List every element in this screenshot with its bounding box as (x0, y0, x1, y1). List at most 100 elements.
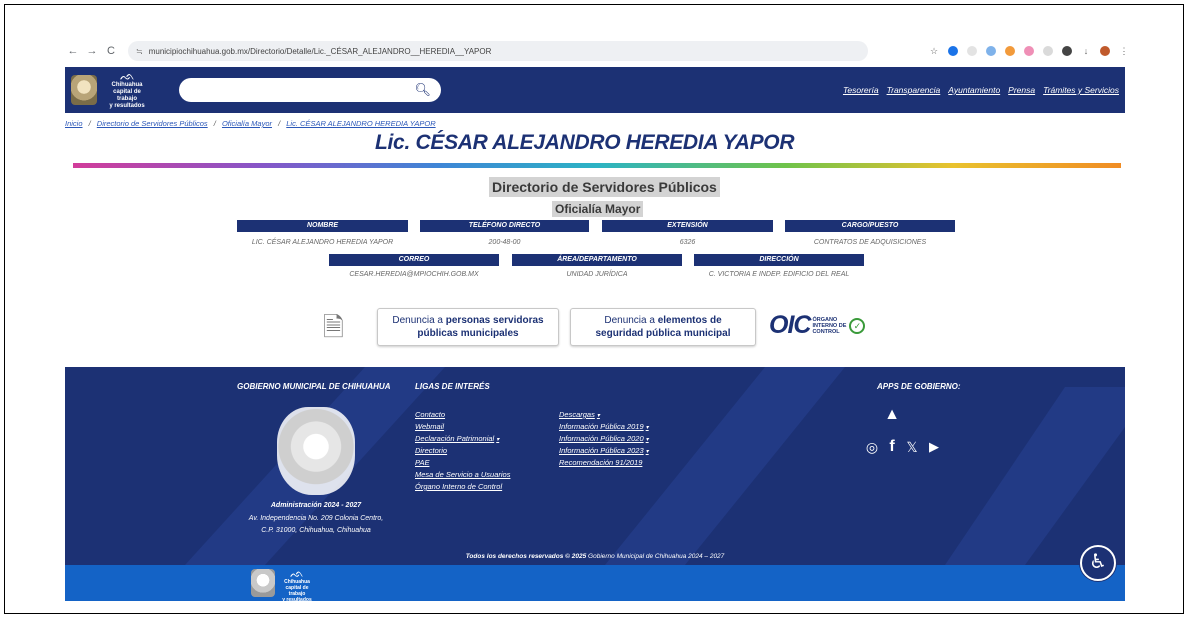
caret-down-icon: ▾ (645, 437, 649, 443)
extension-light-icon[interactable] (1043, 46, 1053, 56)
extension-cloud-icon[interactable] (986, 46, 996, 56)
footer-links-title: LIGAS DE INTERÉS (415, 382, 490, 391)
menu-kebab-icon[interactable]: ⋮ (1119, 46, 1129, 56)
header-direccion: DIRECCIÓN (694, 254, 864, 266)
oic-logo[interactable]: OIC ÓRGANO INTERNO DE CONTROL ✓ (769, 311, 866, 340)
download-icon[interactable]: ↓ (1081, 46, 1091, 56)
nav-ayuntamiento[interactable]: Ayuntamiento (948, 85, 1000, 95)
nav-transparencia[interactable]: Transparencia (887, 85, 941, 95)
reload-icon[interactable]: C (103, 43, 119, 59)
accessibility-icon[interactable]: ♿︎ (1080, 545, 1116, 581)
facebook-icon[interactable]: f (883, 439, 901, 455)
url-text: municipiochihuahua.gob.mx/Directorio/Det… (148, 46, 492, 56)
extension-pink-icon[interactable] (1024, 46, 1034, 56)
bookmark-star-icon[interactable]: ☆ (929, 46, 939, 56)
profile-avatar[interactable] (1100, 46, 1110, 56)
department-title: Oficialía Mayor (552, 201, 644, 217)
footer-link-webmail[interactable]: Webmail (415, 422, 444, 431)
breadcrumb-current[interactable]: Lic. CÉSAR ALEJANDRO HEREDIA YAPOR (286, 119, 435, 128)
denuncia1-bold2: públicas municipales (417, 328, 519, 339)
site-header: ᨒ Chihuahua capital de trabajo y resulta… (65, 67, 1125, 113)
city-seal-logo[interactable] (71, 75, 97, 105)
footer-link-organo[interactable]: Órgano Interno de Control (415, 482, 502, 491)
section-title: Directorio de Servidores Públicos (489, 177, 720, 197)
footer-copyright: Todos los derechos reservados © 2025 Gob… (65, 553, 1125, 560)
denuncia-servidores-button[interactable]: Denuncia a personas servidoras públicas … (377, 308, 559, 346)
footer-link-declaracion-label: Declaración Patrimonial (415, 434, 495, 443)
header-extension: EXTENSIÓN (602, 220, 773, 232)
logo-line2: capital de trabajo (113, 88, 141, 102)
caret-down-icon: ▾ (596, 413, 600, 419)
extension-blue-icon[interactable] (948, 46, 958, 56)
extension-gray-icon[interactable] (967, 46, 977, 56)
copyright-rest: Gobierno Municipal de Chihuahua 2024 – 2… (588, 553, 725, 560)
footer-link-contacto[interactable]: Contacto (415, 410, 445, 419)
x-icon[interactable]: 𝕏 (903, 439, 921, 455)
header-cargo: CARGO/PUESTO (785, 220, 955, 232)
oic-text: OIC (769, 311, 811, 339)
nav-tramites[interactable]: Trámites y Servicios (1043, 85, 1119, 95)
breadcrumb-separator: / (278, 119, 281, 128)
chihuahua-logo[interactable]: ᨒ Chihuahua capital de trabajo y resulta… (105, 70, 149, 110)
search-input[interactable] (179, 78, 399, 102)
complaint-document-icon: 🗎 (323, 312, 344, 342)
footer-link-declaracion[interactable]: Declaración Patrimonial ▾ (415, 434, 499, 443)
nav-tesoreria[interactable]: Tesorería (843, 85, 879, 95)
instagram-icon[interactable]: ◎ (863, 439, 881, 455)
caret-down-icon: ▾ (496, 437, 500, 443)
nav-prensa[interactable]: Prensa (1008, 85, 1035, 95)
search-box: 🔍︎ (179, 78, 441, 102)
footer-gov-title: GOBIERNO MUNICIPAL DE CHIHUAHUA (237, 382, 391, 391)
value-correo: CESAR.HEREDIA@MPIOCHIH.GOB.MX (349, 271, 479, 278)
breadcrumb-inicio[interactable]: Inicio (65, 119, 83, 128)
footer-link-pae[interactable]: PAE (415, 458, 429, 467)
footer-bottom-seal (251, 569, 275, 597)
footer-address2: C.P. 31000, Chihuahua, Chihuahua (261, 527, 371, 534)
footer-link-info2019-label: Información Pública 2019 (559, 422, 644, 431)
oic-line3: CONTROL (812, 328, 840, 335)
extension-orange-icon[interactable] (1005, 46, 1015, 56)
denuncia1-pre: Denuncia a (392, 315, 443, 326)
footer-link-info2019[interactable]: Información Pública 2019 ▾ (559, 422, 649, 431)
footer-link-recomendacion[interactable]: Recomendación 91/2019 (559, 458, 642, 467)
youtube-icon[interactable]: ▶ (925, 439, 943, 455)
android-icon[interactable]: ▲ (883, 407, 901, 423)
denuncia2-bold1: elementos de (657, 315, 722, 326)
breadcrumb: Inicio / Directorio de Servidores Públic… (65, 119, 436, 128)
footer-logo-mark: ᨒ (290, 568, 304, 580)
footer-bottom-logo: ᨒ Chihuahua capital de trabajo y resulta… (279, 568, 315, 604)
rainbow-divider (73, 163, 1121, 168)
denuncia2-pre: Denuncia a (604, 315, 655, 326)
breadcrumb-oficialia[interactable]: Oficialía Mayor (222, 119, 272, 128)
footer-logo-line3: y resultados (282, 597, 312, 603)
site-footer: GOBIERNO MUNICIPAL DE CHIHUAHUA LIGAS DE… (65, 367, 1125, 565)
breadcrumb-separator: / (88, 119, 91, 128)
footer-city-seal (277, 407, 355, 495)
value-nombre: LIC. CÉSAR ALEJANDRO HEREDIA YAPOR (251, 239, 394, 246)
top-nav: Tesorería Transparencia Ayuntamiento Pre… (843, 85, 1125, 95)
search-icon[interactable]: 🔍︎ (414, 82, 431, 98)
forward-icon[interactable]: → (84, 43, 100, 59)
caret-down-icon: ▾ (645, 425, 649, 431)
footer-link-info2023[interactable]: Información Pública 2023 ▾ (559, 446, 649, 455)
footer-link-directorio[interactable]: Directorio (415, 446, 447, 455)
value-direccion: C. VICTORIA E INDEP. EDIFICIO DEL REAL (708, 271, 850, 278)
site-info-icon[interactable]: ≒ (136, 47, 143, 56)
breadcrumb-directorio[interactable]: Directorio de Servidores Públicos (97, 119, 208, 128)
address-bar[interactable]: ≒ municipiochihuahua.gob.mx/Directorio/D… (128, 41, 868, 61)
footer-link-info2020[interactable]: Información Pública 2020 ▾ (559, 434, 649, 443)
footer-logo-line2: capital de trabajo (285, 585, 309, 597)
copyright-bold: Todos los derechos reservados © 2025 (465, 553, 587, 560)
denuncia1-bold1: personas servidoras (445, 315, 544, 326)
extensions-puzzle-icon[interactable] (1062, 46, 1072, 56)
footer-link-descargas[interactable]: Descargas ▾ (559, 410, 600, 419)
logo-line3: y resultados (109, 102, 145, 109)
denuncia-seguridad-button[interactable]: Denuncia a elementos de seguridad públic… (570, 308, 756, 346)
footer-link-mesa[interactable]: Mesa de Servicio a Usuarios (415, 470, 510, 479)
footer-link-info2023-label: Información Pública 2023 (559, 446, 644, 455)
caret-down-icon: ▾ (645, 449, 649, 455)
footer-apps-title: APPS DE GOBIERNO: (877, 382, 961, 391)
footer-link-info2020-label: Información Pública 2020 (559, 434, 644, 443)
back-icon[interactable]: ← (65, 43, 81, 59)
header-correo: CORREO (329, 254, 499, 266)
